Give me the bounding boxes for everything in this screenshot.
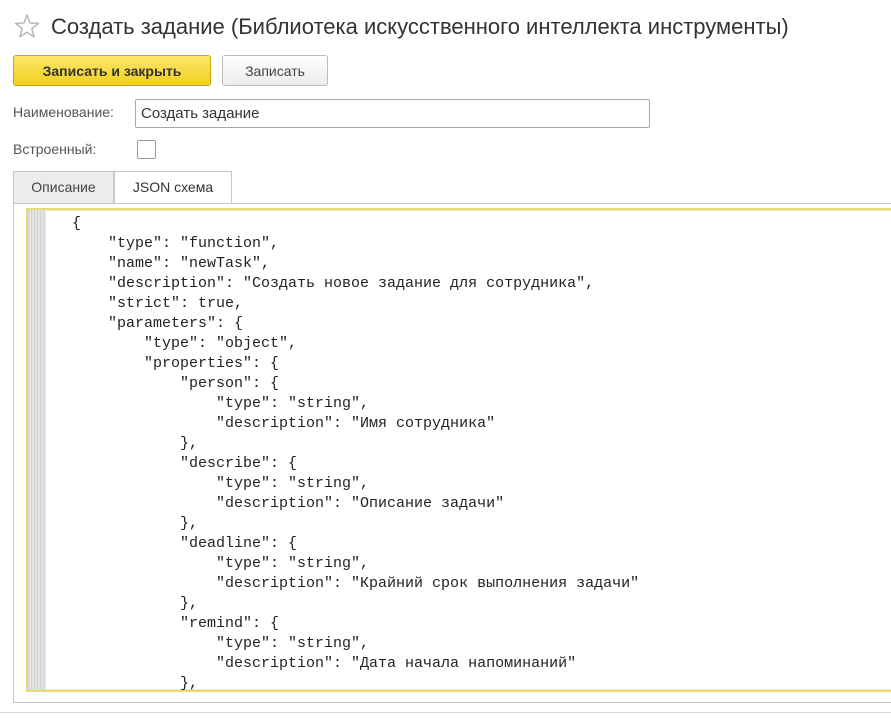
code-line: "type": "string",	[72, 475, 370, 492]
json-editor[interactable]: { "type": "function", "name": "newTask",…	[26, 208, 891, 692]
code-line: "person": {	[72, 375, 280, 392]
editor-gutter	[28, 210, 46, 690]
code-line: "type": "object",	[72, 335, 298, 352]
builtin-label: Встроенный:	[13, 141, 97, 157]
name-label: Наименование:	[13, 104, 114, 120]
code-line: "description": "Дата начала напоминаний"	[72, 655, 577, 672]
star-outline-icon[interactable]	[14, 13, 40, 39]
builtin-checkbox[interactable]	[137, 140, 156, 159]
code-line: "parameters": {	[72, 315, 244, 332]
code-line: "type": "function",	[72, 235, 280, 252]
code-line: },	[72, 595, 199, 612]
divider	[0, 712, 891, 713]
code-line: "description": "Имя сотрудника"	[72, 415, 496, 432]
tab-json-schema[interactable]: JSON схема	[114, 171, 232, 204]
code-line: "strict": true,	[72, 295, 244, 312]
code-line: "description": "Создать новое задание дл…	[72, 275, 595, 292]
save-and-close-button[interactable]: Записать и закрыть	[13, 55, 211, 86]
code-line: "type": "string",	[72, 555, 370, 572]
name-input[interactable]	[135, 99, 650, 128]
code-line: "description": "Описание задачи"	[72, 495, 505, 512]
toolbar: Записать и закрыть Записать	[0, 52, 891, 92]
code-line: },	[72, 515, 199, 532]
code-line: },	[72, 435, 199, 452]
code-line: "type": "string",	[72, 395, 370, 412]
code-line: "deadline": {	[72, 535, 298, 552]
title-bar: Создать задание (Библиотека искусственно…	[0, 0, 891, 52]
save-button[interactable]: Записать	[222, 55, 328, 86]
code-line: "name": "newTask",	[72, 255, 271, 272]
code-line: },	[72, 675, 199, 692]
code-line: "description": "Крайний срок выполнения …	[72, 575, 640, 592]
page-title: Создать задание (Библиотека искусственно…	[51, 14, 789, 39]
code-line: "remind": {	[72, 615, 280, 632]
code-line: "properties": {	[72, 355, 280, 372]
code-line: {	[72, 215, 82, 232]
code-line: "type": "string",	[72, 635, 370, 652]
code-line: "describe": {	[72, 455, 298, 472]
tab-description[interactable]: Описание	[13, 171, 114, 203]
code-area[interactable]: { "type": "function", "name": "newTask",…	[72, 214, 640, 692]
